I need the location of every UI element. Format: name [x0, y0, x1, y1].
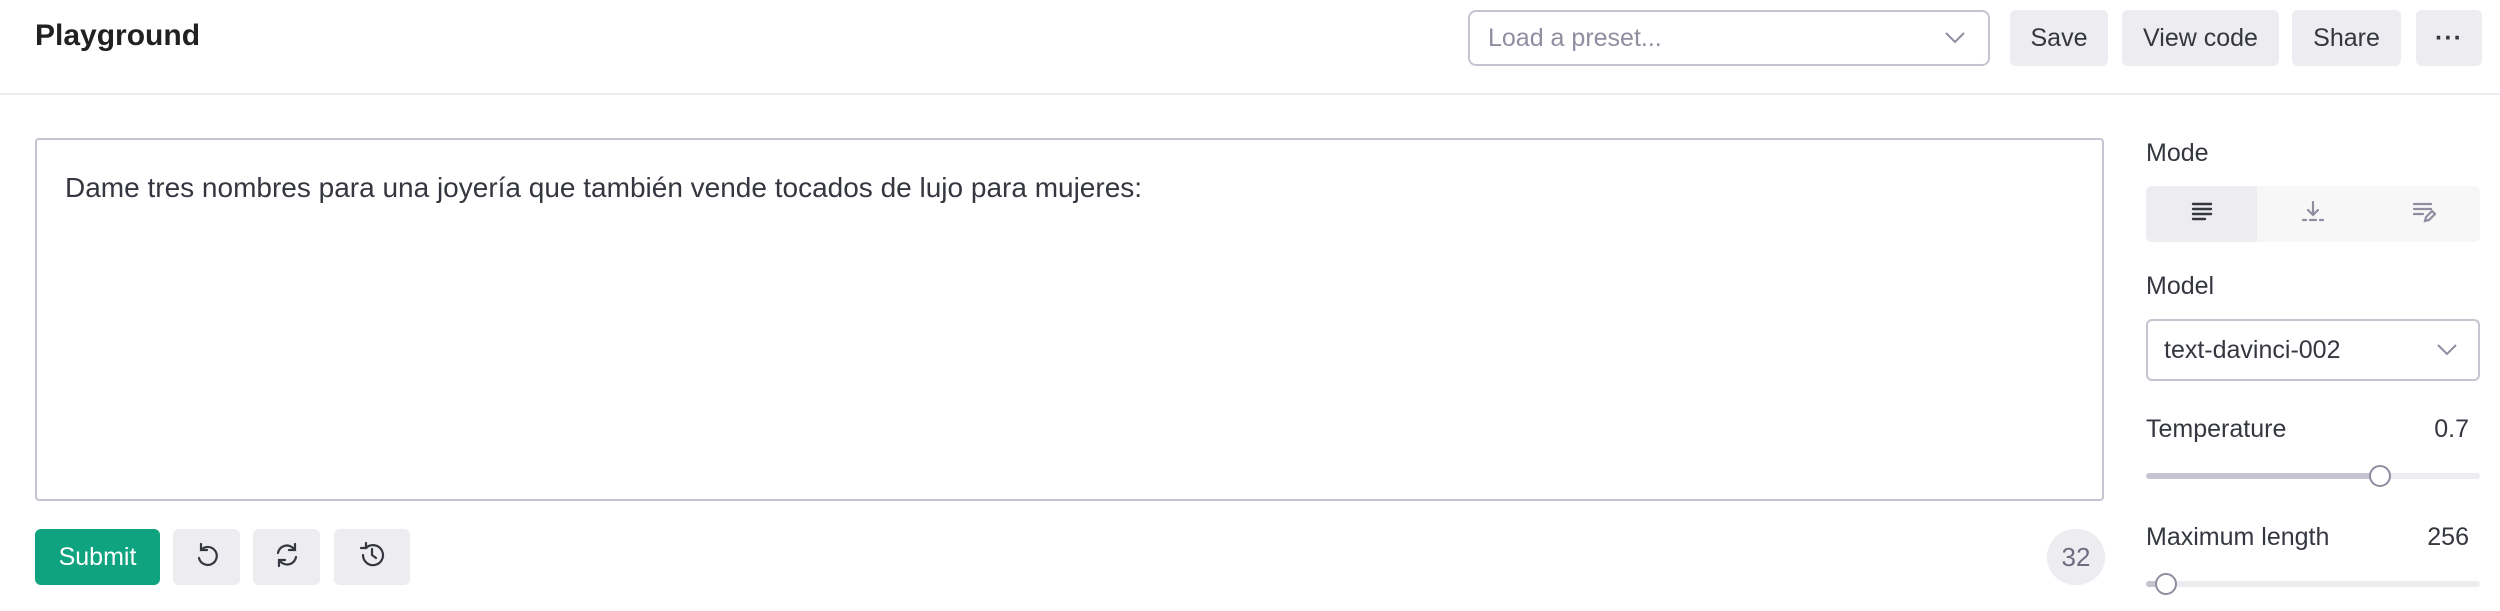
- history-button[interactable]: [334, 529, 410, 585]
- insert-mode-icon: [2300, 199, 2326, 230]
- max-length-slider[interactable]: [2146, 573, 2480, 595]
- mode-insert-button[interactable]: [2257, 186, 2368, 242]
- share-button[interactable]: Share: [2292, 10, 2401, 66]
- model-select[interactable]: text-davinci-002: [2146, 319, 2480, 381]
- max-length-slider-thumb[interactable]: [2155, 573, 2178, 595]
- header-divider: [0, 93, 2500, 95]
- history-icon: [357, 540, 387, 575]
- save-button[interactable]: Save: [2010, 10, 2108, 66]
- undo-icon: [193, 541, 221, 574]
- mode-selector: [2146, 186, 2480, 242]
- page-title: Playground: [35, 19, 201, 52]
- temperature-label: Temperature: [2146, 415, 2287, 443]
- preset-select[interactable]: Load a preset...: [1468, 10, 1990, 66]
- max-length-value[interactable]: 256: [2369, 521, 2469, 553]
- mode-edit-button[interactable]: [2369, 186, 2480, 242]
- submit-button[interactable]: Submit: [35, 529, 160, 585]
- temperature-value[interactable]: 0.7: [2369, 413, 2469, 445]
- chevron-down-icon: [2432, 335, 2462, 365]
- preset-placeholder: Load a preset...: [1488, 23, 1662, 52]
- chevron-down-icon: [1940, 23, 1970, 53]
- temperature-slider-fill: [2146, 473, 2380, 479]
- edit-mode-icon: [2411, 199, 2437, 230]
- prompt-editor[interactable]: Dame tres nombres para una joyería que t…: [35, 138, 2104, 501]
- model-label: Model: [2146, 272, 2215, 300]
- prompt-text[interactable]: Dame tres nombres para una joyería que t…: [65, 170, 2074, 206]
- more-options-button[interactable]: ···: [2416, 10, 2482, 66]
- model-value: text-davinci-002: [2164, 335, 2341, 364]
- token-count: 32: [2047, 529, 2105, 585]
- complete-mode-icon: [2189, 199, 2215, 230]
- regenerate-button[interactable]: [253, 529, 320, 585]
- mode-label: Mode: [2146, 139, 2209, 167]
- mode-complete-button[interactable]: [2146, 186, 2258, 242]
- temperature-slider[interactable]: [2146, 465, 2480, 487]
- regenerate-icon: [273, 541, 301, 574]
- temperature-slider-thumb[interactable]: [2368, 465, 2391, 487]
- undo-button[interactable]: [173, 529, 240, 585]
- max-length-label: Maximum length: [2146, 523, 2330, 551]
- view-code-button[interactable]: View code: [2122, 10, 2279, 66]
